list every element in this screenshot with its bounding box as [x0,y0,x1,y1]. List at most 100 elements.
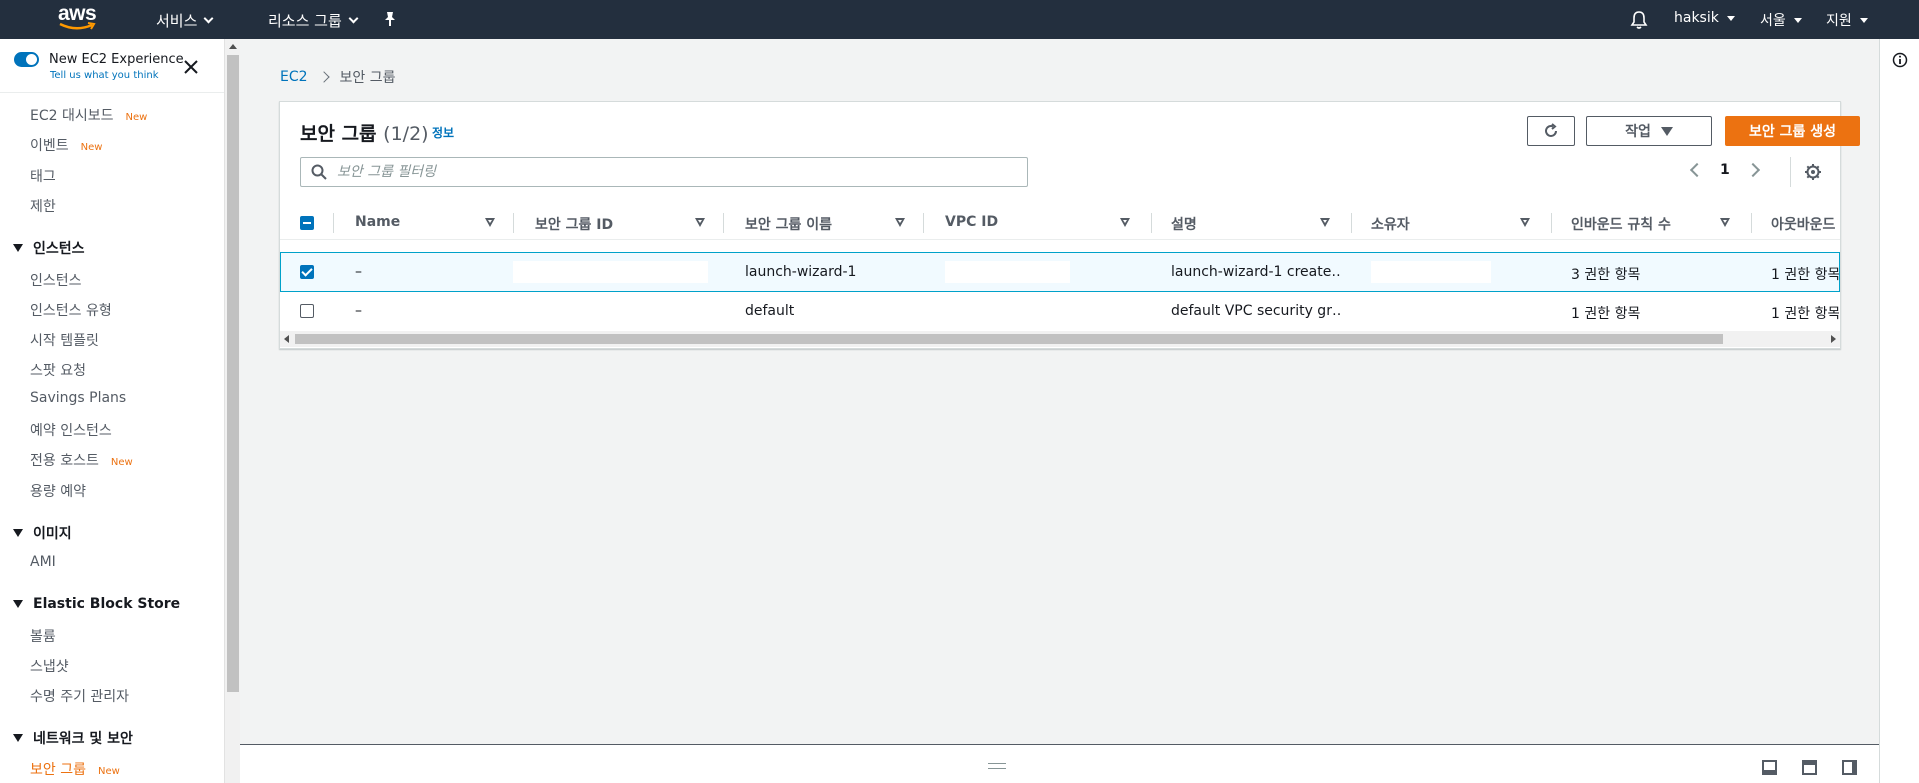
breadcrumb-ec2[interactable]: EC2 [280,69,308,85]
new-badge: New [97,766,120,777]
sidebar-scrollbar-thumb[interactable] [227,55,239,692]
select-all-checkbox[interactable] [300,216,314,230]
caret-down-icon [1660,126,1673,136]
column-header-name[interactable]: Name [355,214,400,230]
sidebar-item-tags[interactable]: 태그 [30,166,56,186]
region-label: 서울 [1760,13,1786,29]
sidebar-item-label: 전용 호스트 [30,453,99,469]
info-link[interactable]: 정보 [432,124,454,141]
sidebar-section-ebs[interactable]: Elastic Block Store [13,596,180,612]
table-horizontal-scrollbar[interactable] [280,331,1840,347]
sidebar-item-instance-types[interactable]: 인스턴스 유형 [30,300,112,320]
services-menu[interactable]: 서비스 [156,10,214,31]
chevron-right-icon[interactable] [1745,162,1760,178]
aws-logo[interactable]: aws [58,2,108,34]
column-header-outbound[interactable]: 아웃바운드 [1771,214,1835,234]
column-header-owner[interactable]: 소유자 [1371,214,1410,234]
filter-input[interactable] [337,162,1017,182]
sort-icon[interactable] [695,218,705,227]
search-icon [311,164,327,180]
info-icon[interactable] [1892,52,1908,68]
scroll-left-arrow-icon[interactable] [284,335,289,343]
column-header-inbound[interactable]: 인바운드 규칙 수 [1571,214,1671,234]
sort-icon[interactable] [1120,218,1130,227]
sidebar-item-spot-requests[interactable]: 스팟 요청 [30,360,86,380]
sort-icon[interactable] [485,218,495,227]
table-row[interactable]: – default default VPC security gr… 1 권한 … [280,292,1840,332]
sort-icon[interactable] [895,218,905,227]
new-badge: New [125,112,148,123]
cell-group-id[interactable] [513,261,708,283]
sidebar-item-dashboard[interactable]: EC2 대시보드 New [30,105,147,125]
support-menu[interactable]: 지원 [1826,10,1868,30]
pin-icon[interactable] [381,10,399,28]
sidebar-scrollbar[interactable] [224,39,240,783]
user-menu[interactable]: haksik [1674,10,1735,26]
scroll-up-arrow-icon[interactable] [229,44,237,49]
table-row[interactable]: – launch-wizard-1 launch-wizard-1 create… [280,252,1840,292]
cell-group-name[interactable]: launch-wizard-1 [745,264,856,280]
sidebar-item-events[interactable]: 이벤트 New [30,135,102,155]
split-top-icon[interactable] [1802,760,1817,775]
column-header-vpc-id[interactable]: VPC ID [945,214,998,230]
actions-button[interactable]: 작업 [1586,116,1712,146]
caret-down-icon [13,529,23,537]
row-checkbox[interactable] [300,265,314,279]
sidebar-item-ami[interactable]: AMI [30,554,56,570]
new-badge: New [80,142,103,153]
region-menu[interactable]: 서울 [1760,10,1802,30]
services-label: 서비스 [156,12,198,30]
sidebar-section-label: 이미지 [33,526,72,542]
caret-down-icon [13,734,23,742]
cell-group-name[interactable]: default [745,303,794,319]
create-security-group-button[interactable]: 보안 그룹 생성 [1725,116,1860,146]
new-experience-toggle[interactable] [14,52,39,67]
sidebar-item-lifecycle-manager[interactable]: 수명 주기 관리자 [30,686,129,706]
sidebar-section-instances[interactable]: 인스턴스 [13,238,85,258]
feedback-link[interactable]: Tell us what you think [50,70,159,81]
sidebar-item-launch-templates[interactable]: 시작 템플릿 [30,330,99,350]
column-header-description[interactable]: 설명 [1171,214,1197,234]
horizontal-scrollbar-thumb[interactable] [295,334,1723,344]
split-side-icon[interactable] [1842,760,1857,775]
chevron-right-icon [317,71,330,83]
sidebar-item-volumes[interactable]: 볼륨 [30,626,56,646]
resource-groups-menu[interactable]: 리소스 그룹 [268,10,359,31]
support-label: 지원 [1826,13,1852,29]
sort-icon[interactable] [1720,218,1730,227]
row-checkbox[interactable] [300,304,314,318]
panel-title-text: 보안 그룹 [300,123,377,145]
aws-logo-text: aws [58,2,97,25]
column-divider [513,213,514,233]
gear-icon[interactable] [1804,163,1822,181]
sidebar-item-reserved-instances[interactable]: 예약 인스턴스 [30,420,112,440]
sidebar-item-instances[interactable]: 인스턴스 [30,270,82,290]
sidebar-section-label: 인스턴스 [33,241,85,257]
sidebar-item-savings-plans[interactable]: Savings Plans [30,390,126,406]
sidebar-item-snapshots[interactable]: 스냅샷 [30,656,69,676]
drag-handle-icon[interactable] [988,763,1006,769]
column-header-group-name[interactable]: 보안 그룹 이름 [745,214,832,234]
cell-vpc-id[interactable] [945,261,1070,283]
sidebar-item-security-groups[interactable]: 보안 그룹 New [30,759,120,779]
bell-icon[interactable] [1629,10,1649,30]
sort-icon[interactable] [1520,218,1530,227]
chevron-left-icon[interactable] [1689,162,1705,178]
sidebar-item-dedicated-hosts[interactable]: 전용 호스트 New [30,450,133,470]
scroll-right-arrow-icon[interactable] [1831,335,1836,343]
page-number[interactable]: 1 [1720,162,1730,178]
column-header-group-id[interactable]: 보안 그룹 ID [535,214,613,234]
sidebar-section-network[interactable]: 네트워크 및 보안 [13,728,133,748]
sidebar-section-images[interactable]: 이미지 [13,523,72,543]
breadcrumb: EC2 보안 그룹 [280,67,396,87]
close-icon[interactable] [183,59,199,75]
chevron-down-icon [348,13,359,24]
caret-down-icon [1793,17,1802,23]
split-bottom-icon[interactable] [1762,760,1777,775]
refresh-button[interactable] [1527,116,1575,146]
sidebar-item-capacity-reservations[interactable]: 용량 예약 [30,481,86,501]
sort-icon[interactable] [1320,218,1330,227]
cell-inbound: 1 권한 항목 [1571,306,1641,322]
caret-down-icon [13,600,23,608]
sidebar-item-limits[interactable]: 제한 [30,196,56,216]
